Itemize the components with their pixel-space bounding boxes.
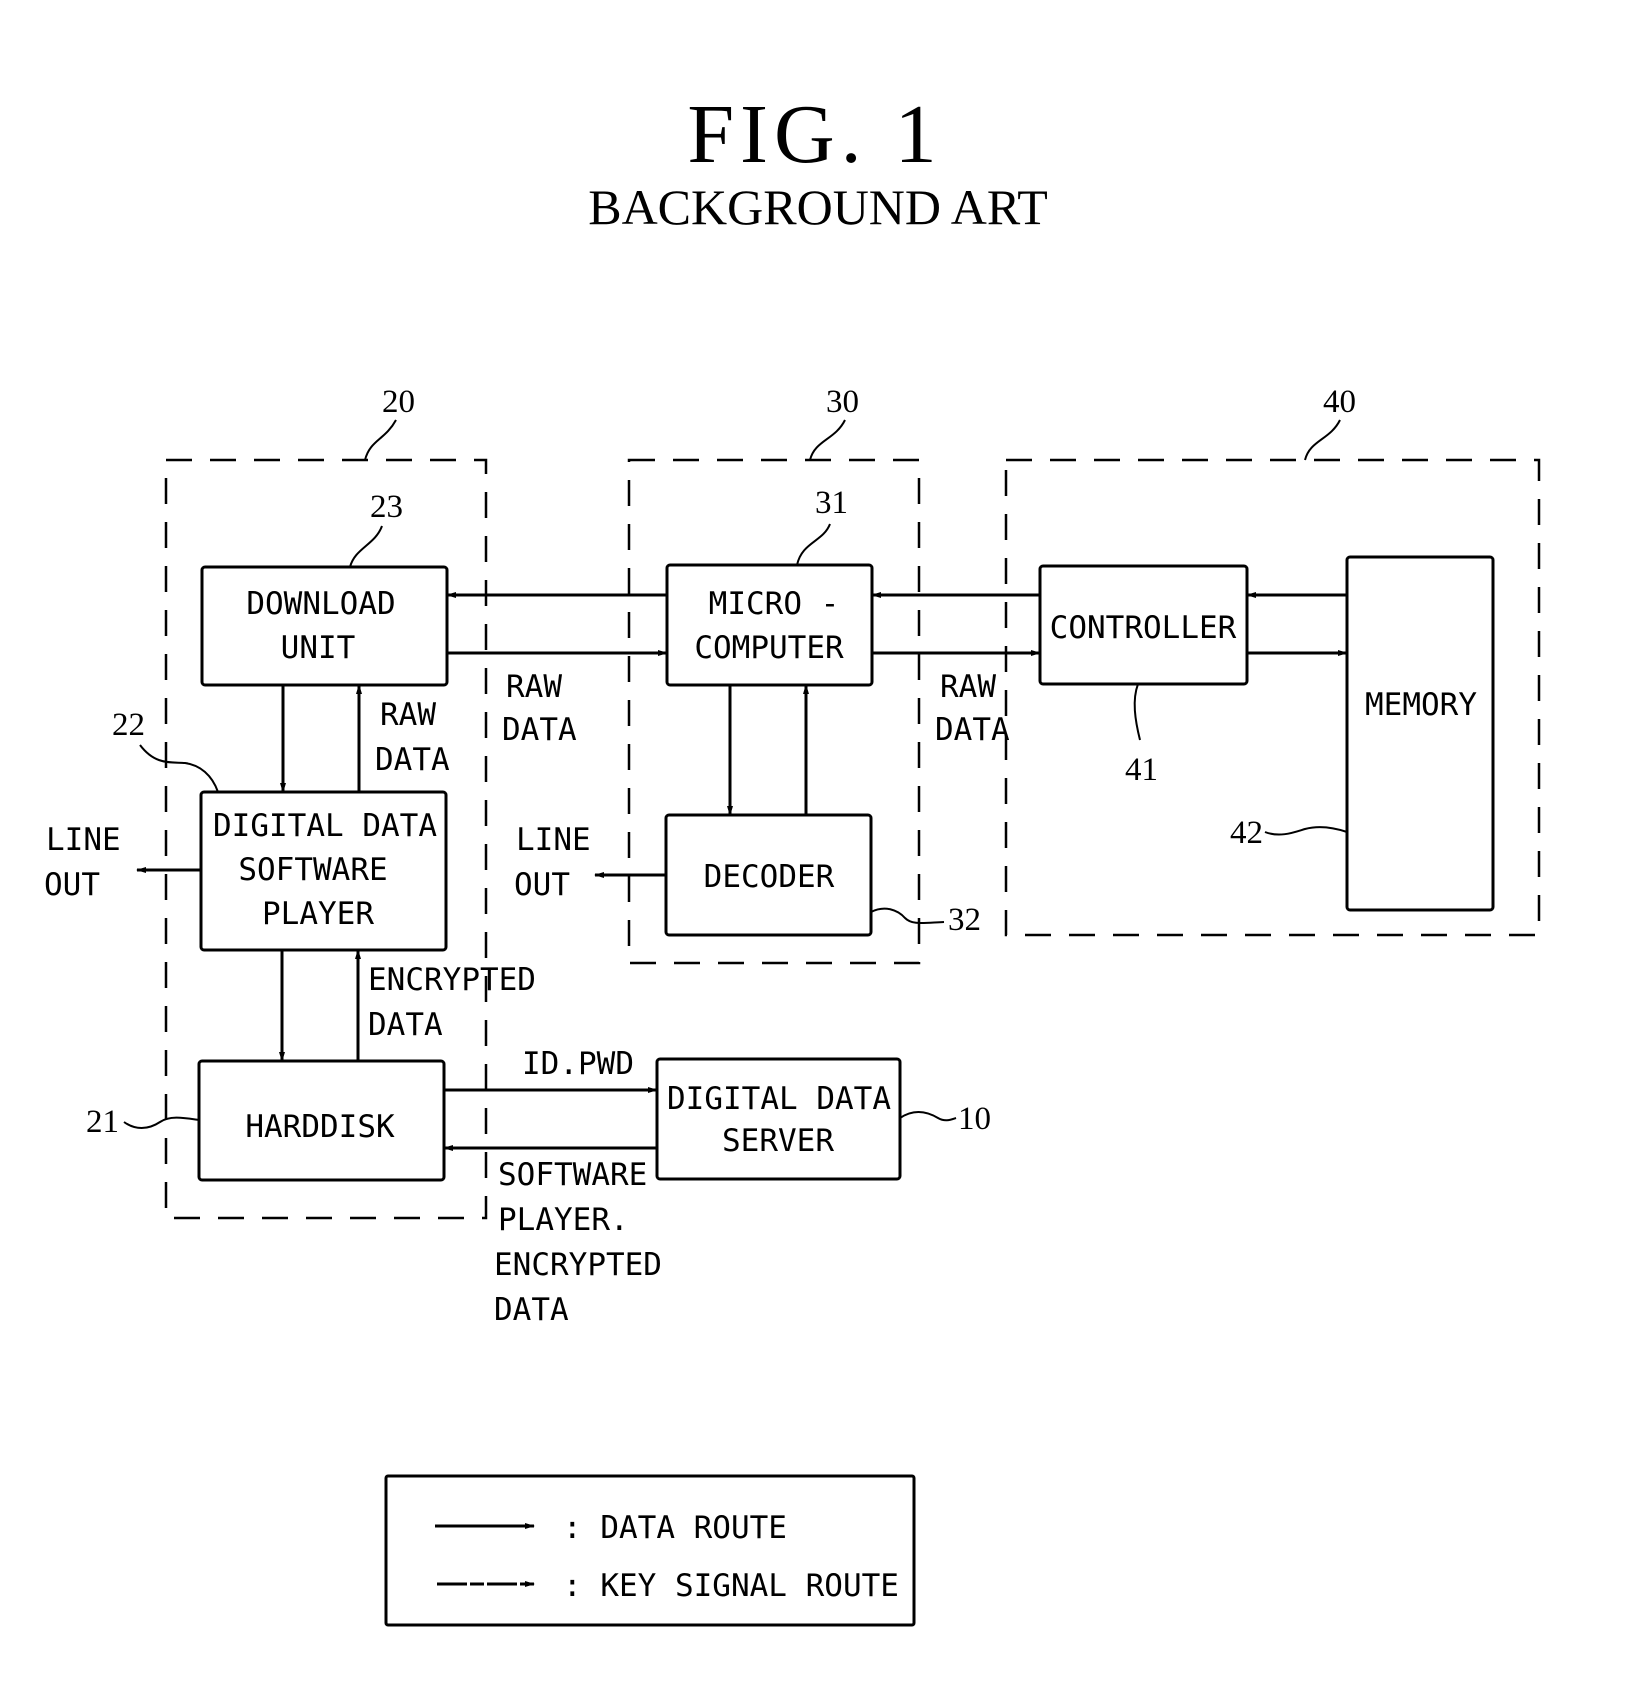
- patent-figure: FIG. 1 BACKGROUND ART 20 30 40 DOWNLOAD …: [44, 88, 1541, 1627]
- edge-label-text: DATA: [935, 712, 1010, 748]
- edge-label-text: RAW: [506, 669, 562, 705]
- memory-leader: [1264, 826, 1348, 836]
- block-controller: CONTROLLER 41: [1038, 564, 1249, 788]
- legend-data-route-label: : DATA ROUTE: [563, 1510, 787, 1546]
- block-memory: MEMORY 42: [1230, 555, 1495, 912]
- download-unit-label-1: DOWNLOAD: [246, 586, 395, 622]
- edge-label-text: LINE: [516, 822, 591, 858]
- edge-label-text: SOFTWARE: [498, 1157, 647, 1193]
- edge-label-text: LINE: [46, 822, 121, 858]
- edge-label-text: OUT: [514, 867, 570, 903]
- decoder-ref: 32: [948, 902, 981, 938]
- edge-label-line-out-decoder: LINE OUT: [514, 822, 591, 903]
- edge-label-id-pwd: ID.PWD: [522, 1046, 634, 1082]
- group-20-leader: [364, 419, 397, 461]
- block-microcomputer: MICRO - COMPUTER 31: [665, 485, 874, 687]
- controller-ref: 41: [1125, 752, 1158, 788]
- server-leader: [899, 1111, 957, 1122]
- server-label-1: DIGITAL DATA: [667, 1081, 891, 1117]
- group-30-leader: [809, 419, 846, 461]
- download-unit-leader: [349, 525, 383, 568]
- server-label-2: SERVER: [722, 1123, 834, 1159]
- edge-label-raw-data-micro-ctrl: RAW DATA: [935, 669, 1010, 748]
- edge-label-text: RAW: [940, 669, 996, 705]
- legend: : DATA ROUTE : KEY SIGNAL ROUTE: [384, 1474, 916, 1627]
- harddisk-label: HARDDISK: [245, 1109, 395, 1145]
- software-player-leader: [139, 744, 219, 793]
- group-40-leader: [1304, 419, 1341, 461]
- edge-label-raw-data-dl-micro: RAW DATA: [502, 669, 577, 748]
- edge-label-text: DATA: [494, 1292, 569, 1328]
- block-harddisk: HARDDISK 21: [86, 1059, 446, 1182]
- edge-label-raw-data-player: RAW DATA: [375, 697, 450, 778]
- controller-label: CONTROLLER: [1050, 610, 1237, 646]
- decoder-label: DECODER: [704, 859, 835, 895]
- legend-key-signal-route-label: : KEY SIGNAL ROUTE: [563, 1568, 899, 1604]
- microcomputer-ref: 31: [815, 485, 848, 521]
- block-decoder: DECODER 32: [664, 813, 981, 938]
- controller-leader: [1133, 683, 1141, 741]
- software-player-label-2: SOFTWARE: [238, 852, 387, 888]
- memory-ref: 42: [1230, 815, 1263, 851]
- group-40-ref: 40: [1323, 384, 1356, 420]
- microcomputer-label-2: COMPUTER: [694, 630, 844, 666]
- edge-label-text: OUT: [44, 867, 100, 903]
- edge-label-text: RAW: [380, 697, 436, 733]
- download-unit-ref: 23: [370, 489, 403, 525]
- server-ref: 10: [958, 1101, 991, 1137]
- edge-label-text: ENCRYPTED: [368, 962, 536, 998]
- microcomputer-leader: [796, 523, 831, 566]
- edge-label-line-out-player: LINE OUT: [44, 822, 121, 903]
- block-server: DIGITAL DATA SERVER 10: [655, 1057, 991, 1181]
- figure-title: FIG. 1: [687, 88, 942, 181]
- group-20-ref: 20: [382, 384, 415, 420]
- figure-subtitle: BACKGROUND ART: [588, 179, 1048, 235]
- block-download-unit: DOWNLOAD UNIT 23: [200, 489, 449, 687]
- edge-label-encrypted-data: ENCRYPTED DATA: [368, 962, 536, 1043]
- edge-label-text: DATA: [502, 712, 577, 748]
- edge-label-text: DATA: [368, 1007, 443, 1043]
- edge-label-text: DATA: [375, 742, 450, 778]
- group-20: 20: [164, 384, 488, 1220]
- harddisk-leader: [123, 1116, 200, 1129]
- edge-label-text: ENCRYPTED: [494, 1247, 662, 1283]
- edge-label-text: PLAYER.: [498, 1202, 629, 1238]
- harddisk-ref: 21: [86, 1104, 119, 1140]
- software-player-ref: 22: [112, 707, 145, 743]
- memory-label: MEMORY: [1365, 687, 1477, 723]
- download-unit-label-2: UNIT: [281, 630, 356, 666]
- group-30-ref: 30: [826, 384, 859, 420]
- microcomputer-label-1: MICRO -: [709, 586, 840, 622]
- edge-label-software-player-encrypted: SOFTWARE PLAYER. ENCRYPTED DATA: [494, 1157, 662, 1328]
- group-40: 40: [1004, 384, 1541, 937]
- decoder-leader: [870, 907, 945, 925]
- software-player-label-1: DIGITAL DATA: [213, 808, 437, 844]
- software-player-label-3: PLAYER: [262, 896, 374, 932]
